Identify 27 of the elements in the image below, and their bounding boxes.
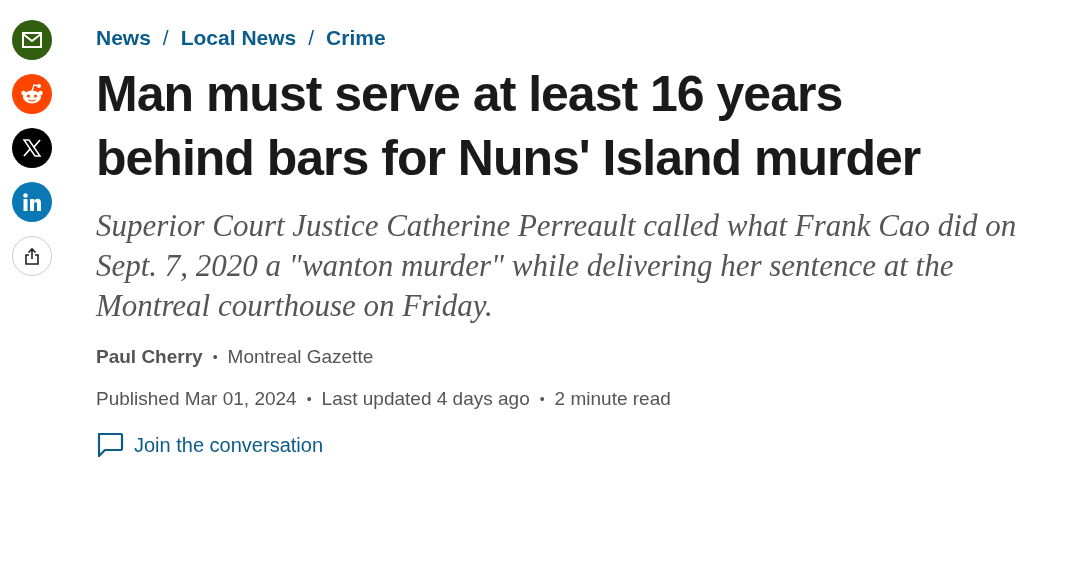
reddit-share-button[interactable] (12, 74, 52, 114)
linkedin-icon (22, 192, 42, 212)
separator-dot: • (539, 391, 545, 407)
headline: Man must serve at least 16 years behind bars for Nuns' Island murder (96, 65, 922, 188)
breadcrumb-link[interactable]: Local News (180, 26, 297, 50)
comments-link[interactable]: Join the conversation (96, 432, 1040, 458)
linkedin-share-button[interactable] (12, 182, 52, 222)
x-share-button[interactable] (12, 128, 52, 168)
alien-icon (20, 83, 44, 105)
breadcrumb-link[interactable]: News (96, 26, 151, 50)
separator-dot: • (212, 349, 218, 365)
mail-icon (22, 32, 42, 48)
author-name: Paul Cherry (96, 346, 203, 368)
breadcrumb-link[interactable]: Crime (326, 26, 386, 50)
meta-text: Published Mar 01, 2024 (96, 388, 297, 410)
comment-icon (96, 432, 124, 458)
share-icon (24, 247, 40, 265)
publication-name: Montreal Gazette (227, 346, 374, 368)
separator-dot: • (306, 391, 312, 407)
share-share-button[interactable] (12, 236, 52, 276)
meta-text: Last updated 4 days ago (321, 388, 530, 410)
x-logo-icon (22, 138, 42, 158)
meta-text: 2 minute read (554, 388, 671, 410)
subtitle: Superior Court Justice Catherine Perreault called what Frank Cao did on Sept. 7, 2020 a "wanton murder" while delivering her sentence at the Montreal courthouse on Friday. (96, 207, 1018, 325)
email-share-button[interactable] (12, 20, 52, 60)
breadcrumb-separator: / (308, 26, 315, 50)
breadcrumb-separator: / (162, 26, 169, 50)
